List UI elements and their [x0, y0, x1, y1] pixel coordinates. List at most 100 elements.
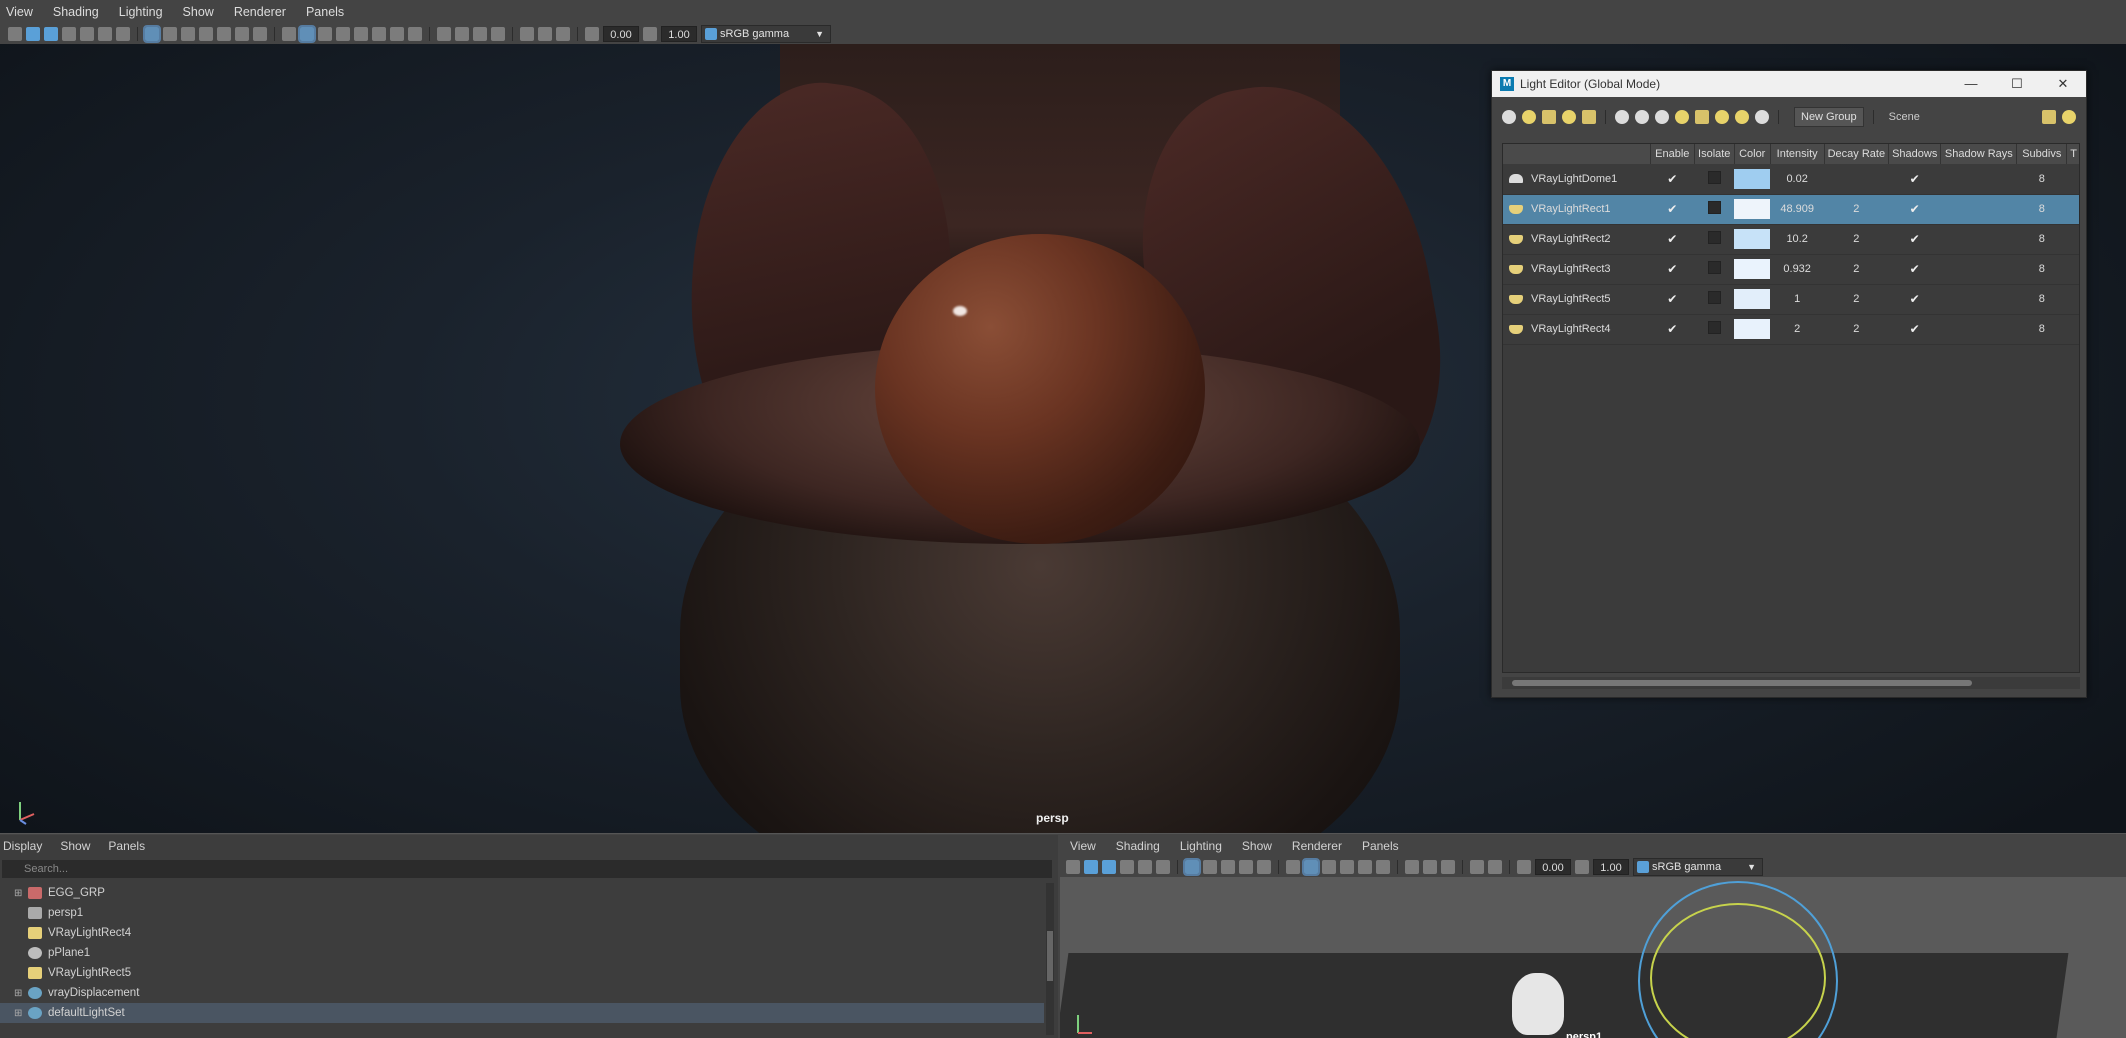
- use-all-lights-icon[interactable]: [1358, 860, 1372, 874]
- intensity-cell[interactable]: 10.2: [1770, 224, 1825, 255]
- menu-show[interactable]: Show: [60, 839, 90, 853]
- camera-icon[interactable]: [1066, 860, 1080, 874]
- vray-omni-light-icon[interactable]: [1715, 110, 1729, 124]
- gamma-field[interactable]: 1.00: [1593, 859, 1629, 875]
- decay-rate-cell[interactable]: 2: [1824, 194, 1889, 225]
- gamma-icon[interactable]: [643, 27, 657, 41]
- col-enable[interactable]: Enable: [1650, 144, 1695, 164]
- maximize-icon[interactable]: ☐: [1994, 76, 2040, 92]
- col-decay-rate[interactable]: Decay Rate: [1824, 144, 1890, 164]
- shadow-rays-cell[interactable]: [1940, 164, 2017, 195]
- list-item[interactable]: ⊞ EGG_GRP: [0, 883, 1044, 903]
- bookmark-icon[interactable]: [62, 27, 76, 41]
- enable-checkbox[interactable]: ✔: [1650, 194, 1695, 225]
- color-swatch[interactable]: [1734, 289, 1771, 309]
- enable-checkbox[interactable]: ✔: [1650, 284, 1695, 315]
- table-row-selected[interactable]: VRayLightRect1 ✔ 48.909 2 ✔ 8: [1503, 194, 2079, 225]
- vray-rect-light-icon[interactable]: [1695, 110, 1709, 124]
- xray-joints-icon[interactable]: [1488, 860, 1502, 874]
- subdivs-cell[interactable]: 8: [2016, 254, 2067, 285]
- wireframe-icon[interactable]: [1286, 860, 1300, 874]
- isolate-checkbox[interactable]: [1694, 194, 1735, 225]
- table-row[interactable]: VRayLightRect4 ✔ 2 2 ✔ 8: [1503, 314, 2079, 345]
- colorspace-dropdown[interactable]: sRGB gamma ▼: [701, 25, 831, 43]
- light-name-cell[interactable]: VRayLightRect4: [1503, 314, 1651, 345]
- color-swatch-cell[interactable]: [1734, 284, 1771, 315]
- light-name-cell[interactable]: VRayLightDome1: [1503, 164, 1651, 195]
- outliner-search-input[interactable]: Search...: [2, 860, 1052, 878]
- shadows-checkbox[interactable]: ✔: [1888, 224, 1941, 255]
- gamma-icon[interactable]: [1575, 860, 1589, 874]
- intensity-cell[interactable]: 0.02: [1770, 164, 1825, 195]
- area-light-icon[interactable]: [1542, 110, 1556, 124]
- enable-checkbox[interactable]: ✔: [1650, 164, 1695, 195]
- menu-shading[interactable]: Shading: [1116, 839, 1160, 853]
- exposure-field[interactable]: 0.00: [1535, 859, 1571, 875]
- scrollbar-thumb[interactable]: [1047, 931, 1053, 981]
- light-name-cell[interactable]: VRayLightRect3: [1503, 254, 1651, 285]
- vertical-scrollbar[interactable]: [1046, 883, 1054, 1035]
- light-name-cell[interactable]: VRayLightRect1: [1503, 194, 1651, 225]
- exposure-field[interactable]: 0.00: [603, 26, 639, 42]
- vray-sun-icon[interactable]: [1675, 110, 1689, 124]
- exposure-icon[interactable]: [585, 27, 599, 41]
- decay-rate-cell[interactable]: 2: [1824, 254, 1889, 285]
- wireframe-on-shaded-icon[interactable]: [336, 27, 350, 41]
- menu-renderer[interactable]: Renderer: [1292, 839, 1342, 853]
- list-item[interactable]: VRayLightRect4: [0, 923, 1044, 943]
- color-swatch[interactable]: [1734, 168, 1771, 189]
- decay-rate-cell[interactable]: 2: [1824, 314, 1889, 345]
- gamma-field[interactable]: 1.00: [661, 26, 697, 42]
- shadows-icon[interactable]: [1376, 860, 1390, 874]
- isolate-select-icon[interactable]: [491, 27, 505, 41]
- depth-of-field-icon[interactable]: [473, 27, 487, 41]
- shadows-checkbox[interactable]: ✔: [1888, 254, 1941, 285]
- menu-lighting[interactable]: Lighting: [1180, 839, 1222, 853]
- close-icon[interactable]: ✕: [2040, 76, 2086, 92]
- vray-dome-light-icon[interactable]: [1615, 110, 1629, 124]
- intensity-cell[interactable]: 0.932: [1770, 254, 1825, 285]
- grid-icon[interactable]: [1183, 858, 1201, 876]
- horizontal-scrollbar[interactable]: [1502, 677, 2080, 689]
- volume-light-icon[interactable]: [1582, 110, 1596, 124]
- col-isolate[interactable]: Isolate: [1694, 144, 1735, 164]
- decay-rate-cell[interactable]: 2: [1824, 224, 1889, 255]
- menu-panels[interactable]: Panels: [1362, 839, 1399, 853]
- col-intensity[interactable]: Intensity: [1770, 144, 1825, 164]
- vray-mesh-light-icon[interactable]: [1755, 110, 1769, 124]
- isolate-checkbox[interactable]: [1694, 164, 1735, 195]
- lock-camera-icon[interactable]: [26, 27, 40, 41]
- enable-checkbox[interactable]: ✔: [1650, 314, 1695, 345]
- menu-show[interactable]: Show: [183, 5, 214, 19]
- xray-icon[interactable]: [520, 27, 534, 41]
- intensity-cell[interactable]: 48.909: [1770, 194, 1825, 225]
- isolate-checkbox[interactable]: [1694, 224, 1735, 255]
- isolate-checkbox[interactable]: [1694, 314, 1735, 345]
- enable-checkbox[interactable]: ✔: [1650, 254, 1695, 285]
- anti-aliasing-icon[interactable]: [455, 27, 469, 41]
- menu-panels[interactable]: Panels: [108, 839, 145, 853]
- layout-options-icon[interactable]: [2042, 110, 2056, 124]
- isolate-checkbox[interactable]: [1694, 254, 1735, 285]
- expand-icon[interactable]: ⊞: [14, 1008, 26, 1019]
- col-color[interactable]: Color: [1734, 144, 1771, 164]
- subdivs-cell[interactable]: 8: [2016, 224, 2067, 255]
- resolution-gate-icon[interactable]: [1221, 860, 1235, 874]
- exposure-icon[interactable]: [1517, 860, 1531, 874]
- light-editor-titlebar[interactable]: M Light Editor (Global Mode) — ☐ ✕: [1492, 71, 2086, 97]
- directional-light-icon[interactable]: [1522, 110, 1536, 124]
- xray-joints-icon[interactable]: [538, 27, 552, 41]
- grease-pencil-icon[interactable]: [116, 27, 130, 41]
- color-swatch[interactable]: [1734, 229, 1771, 249]
- motion-blur-icon[interactable]: [437, 27, 451, 41]
- col-subdivs[interactable]: Subdivs: [2016, 144, 2068, 164]
- textured-icon[interactable]: [354, 27, 368, 41]
- wireframe-icon[interactable]: [282, 27, 296, 41]
- lock-camera-icon[interactable]: [1084, 860, 1098, 874]
- menu-show[interactable]: Show: [1242, 839, 1272, 853]
- vray-light-icon[interactable]: [1735, 110, 1749, 124]
- safe-title-icon[interactable]: [253, 27, 267, 41]
- ambient-occlusion-icon[interactable]: [408, 27, 422, 41]
- menu-display[interactable]: Display: [3, 839, 42, 853]
- menu-renderer[interactable]: Renderer: [234, 5, 286, 19]
